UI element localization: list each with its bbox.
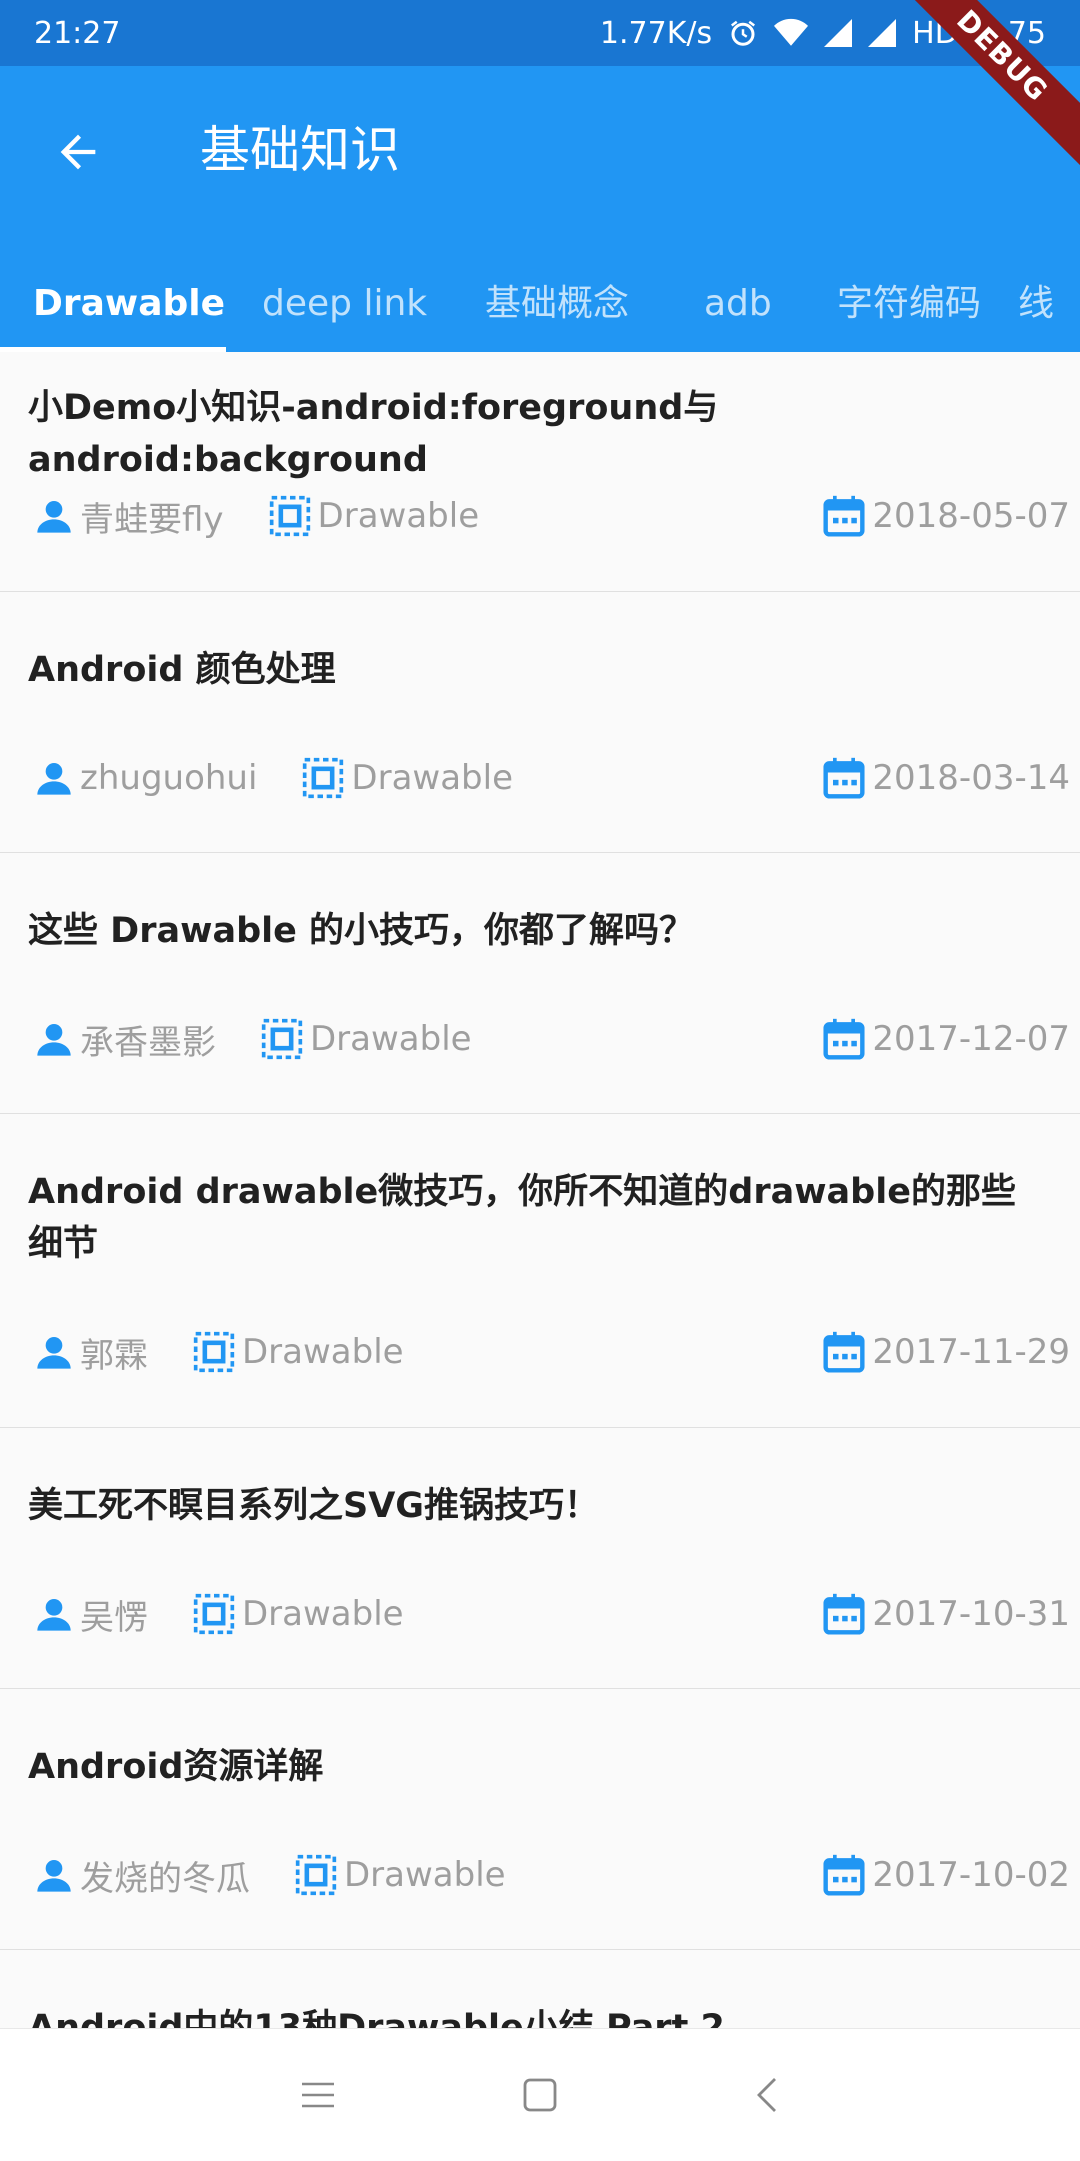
article-title: Android drawable微技巧，你所不知道的drawable的那些细节 [28,1172,1016,1264]
list-item[interactable]: 小Demo小知识-android:foreground与android:back… [0,352,1080,592]
status-time: 21:27 [34,15,121,51]
category-icon [260,1017,304,1061]
home-icon [523,2078,557,2112]
calendar-icon [822,1329,866,1375]
calendar-icon [822,493,866,539]
home-button[interactable] [510,2065,570,2125]
status-bar: 21:27 1.77K/s HD 75 [0,0,1080,66]
menu-button[interactable] [288,2065,348,2125]
calendar-icon [822,1016,866,1062]
signal-icon [868,19,897,47]
tab-basic-concepts[interactable]: 基础概念 [485,256,629,352]
tab-thread[interactable]: 线 [1018,256,1054,352]
article-title: Android资源详解 [28,1747,324,1787]
calendar-icon [822,755,866,801]
back-button[interactable] [44,118,112,186]
article-title: 小Demo小知识-android:foreground与android:back… [28,388,719,480]
article-date: 2018-05-07 [872,496,1070,536]
article-author: 承香墨影 [80,1022,216,1063]
article-title: 美工死不瞑目系列之SVG推锅技巧！ [28,1486,600,1526]
article-date: 2017-10-31 [872,1594,1070,1634]
article-date: 2017-12-07 [872,1019,1070,1059]
wifi-icon [774,18,809,48]
person-icon [34,496,74,536]
article-date: 2017-10-02 [872,1855,1070,1895]
person-icon [34,1594,74,1634]
article-category: Drawable [344,1855,506,1895]
article-meta: 青蛙要fly Drawable 2018-05-07 [34,488,1070,544]
article-meta: 郭霖 Drawable 2017-11-29 [34,1324,1070,1380]
tab-drawable[interactable]: Drawable [33,256,225,352]
tab-adb[interactable]: adb [704,256,772,352]
list-item[interactable]: 美工死不瞑目系列之SVG推锅技巧！ 吴愣 Drawable 2017-10-31 [0,1428,1080,1689]
app-bar: 基础知识 Drawable deep link 基础概念 adb 字符编码 线 [0,66,1080,352]
nav-back-button[interactable] [737,2065,797,2125]
person-icon [34,1019,74,1059]
person-icon [34,758,74,798]
article-author: 发烧的冬瓜 [80,1858,250,1899]
tab-char-encoding[interactable]: 字符编码 [837,256,981,352]
article-meta: zhuguohui Drawable 2018-03-14 [34,750,1070,806]
arrow-left-icon [60,134,96,170]
article-author: 青蛙要fly [80,499,224,540]
alarm-icon [728,18,758,48]
calendar-icon [822,1852,866,1898]
category-icon [192,1330,236,1374]
tab-bar: Drawable deep link 基础概念 adb 字符编码 线 [0,256,1080,352]
category-icon [192,1592,236,1636]
system-nav-bar [0,2028,1080,2161]
article-title: 这些 Drawable 的小技巧，你都了解吗？ [28,911,695,951]
article-date: 2018-03-14 [872,758,1070,798]
page-title: 基础知识 [200,121,400,179]
network-speed: 1.77K/s [599,15,713,51]
person-icon [34,1855,74,1895]
article-title: Android中的13种Drawable小结 Part 2 [28,2008,725,2028]
article-meta: 发烧的冬瓜 Drawable 2017-10-02 [34,1847,1070,1903]
article-title: Android 颜色处理 [28,650,336,690]
tab-deep-link[interactable]: deep link [262,256,427,352]
article-category: Drawable [242,1332,404,1372]
article-list[interactable]: 小Demo小知识-android:foreground与android:back… [0,352,1080,2028]
article-meta: 承香墨影 Drawable 2017-12-07 [34,1011,1070,1067]
list-item[interactable]: Android drawable微技巧，你所不知道的drawable的那些细节 … [0,1114,1080,1428]
list-item[interactable]: Android 颜色处理 zhuguohui Drawable 2018-03-… [0,592,1080,853]
list-item[interactable]: Android中的13种Drawable小结 Part 2 [0,1950,1080,2028]
list-item[interactable]: 这些 Drawable 的小技巧，你都了解吗？ 承香墨影 Drawable 20… [0,853,1080,1114]
article-category: Drawable [242,1594,404,1634]
list-item[interactable]: Android资源详解 发烧的冬瓜 Drawable 2017-10-02 [0,1689,1080,1950]
category-icon [294,1853,338,1897]
back-icon [757,2078,776,2112]
calendar-icon [822,1591,866,1637]
category-icon [268,494,312,538]
article-author: zhuguohui [80,758,258,798]
article-category: Drawable [351,758,514,798]
menu-icon [302,2082,334,2108]
signal-icon [824,19,853,47]
category-icon [301,756,345,800]
article-category: Drawable [310,1019,472,1059]
article-date: 2017-11-29 [872,1332,1070,1372]
person-icon [34,1332,74,1372]
article-meta: 吴愣 Drawable 2017-10-31 [34,1586,1070,1642]
article-author: 吴愣 [80,1597,148,1638]
article-author: 郭霖 [80,1335,148,1376]
article-category: Drawable [317,496,480,536]
